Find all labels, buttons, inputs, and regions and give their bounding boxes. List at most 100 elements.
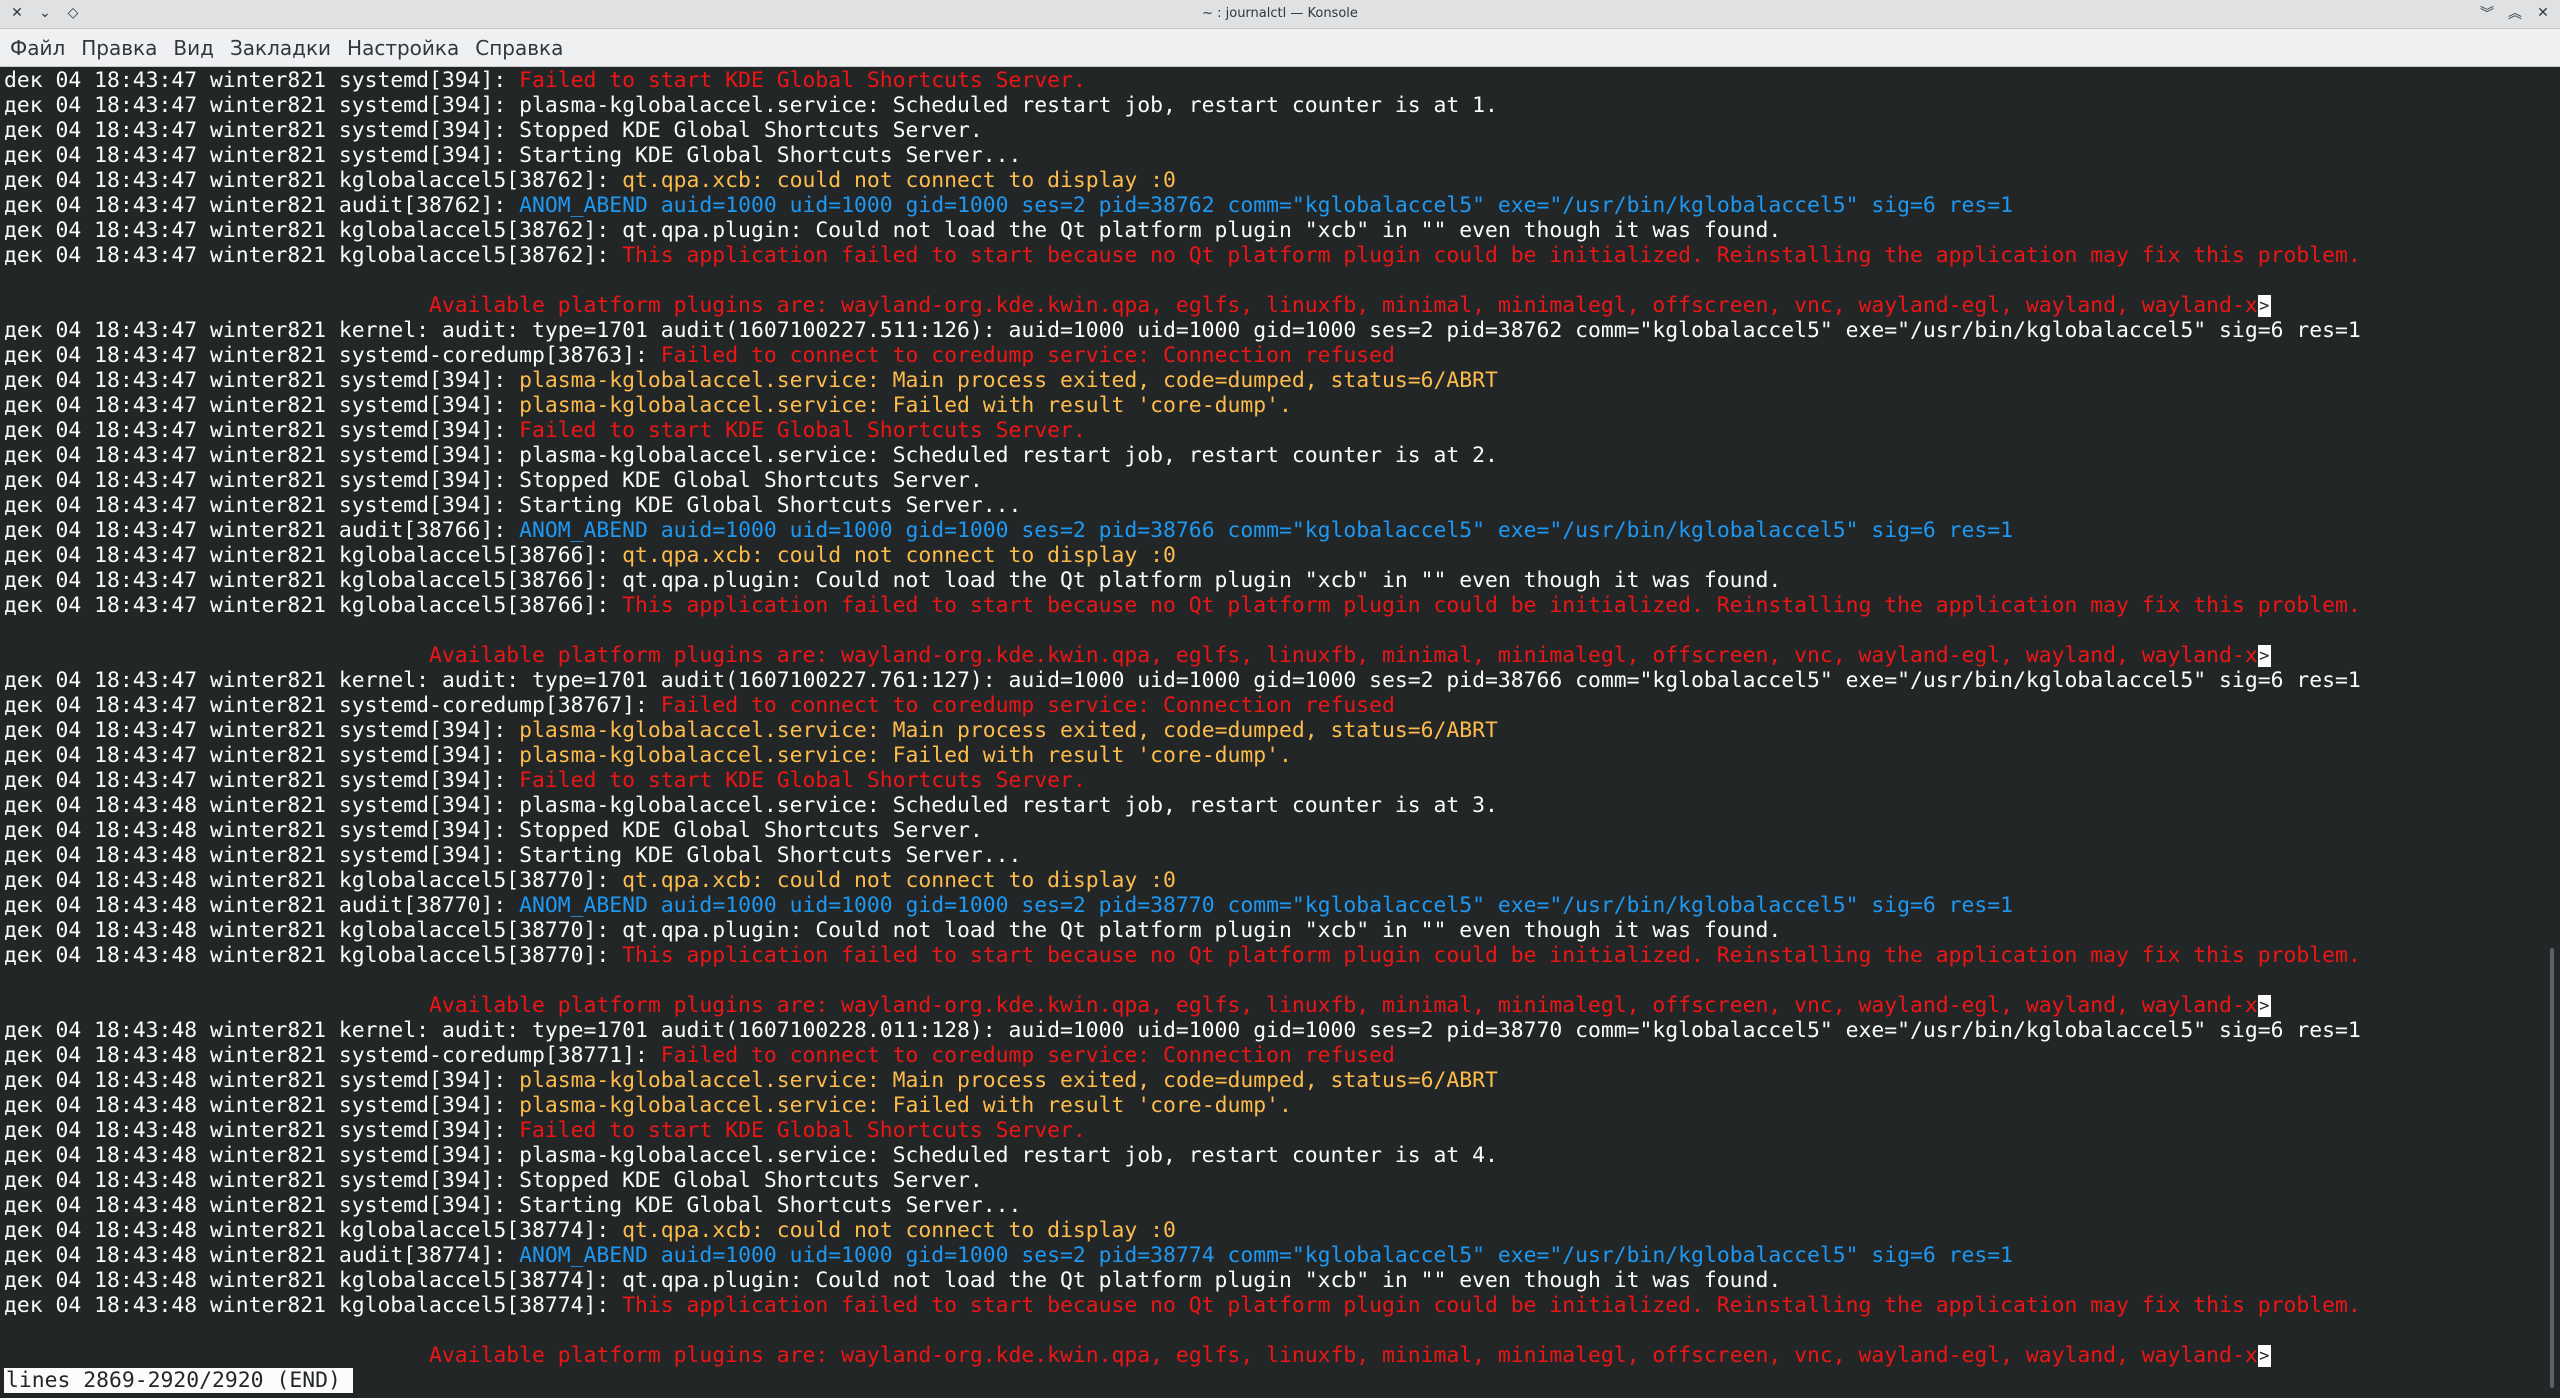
menu-view[interactable]: Вид: [167, 36, 220, 60]
terminal-text-segment: дек 04 18:43:48 winter821 kernel: audit:…: [4, 1018, 2361, 1043]
terminal-text-segment: This application failed to start because…: [622, 593, 2361, 618]
terminal-line: дек 04 18:43:47 winter821 systemd-coredu…: [4, 343, 2361, 368]
terminal-line: дек 04 18:43:47 winter821 kglobalaccel5[…: [4, 218, 2361, 243]
terminal-line: дек 04 18:43:47 winter821 systemd[394]: …: [4, 393, 2361, 418]
terminal-line: дек 04 18:43:47 winter821 systemd[394]: …: [4, 418, 2361, 443]
terminal-text-segment: дек 04 18:43:47 winter821 systemd[394]:: [4, 368, 520, 393]
maximize-icon[interactable]: ︽: [2506, 4, 2524, 22]
scrollbar-thumb[interactable]: [2550, 948, 2554, 1388]
terminal-line: дек 04 18:43:47 winter821 systemd[394]: …: [4, 93, 2361, 118]
terminal-text-segment: дек 04 18:43:48 winter821 kglobalaccel5[…: [4, 918, 1782, 943]
terminal-line: дек 04 18:43:48 winter821 kglobalaccel5[…: [4, 1293, 2361, 1318]
terminal-text-segment: ANOM_ABEND auid=1000 uid=1000 gid=1000 s…: [519, 193, 2014, 218]
terminal-line: дек 04 18:43:47 winter821 systemd[394]: …: [4, 443, 2361, 468]
terminal-text-segment: дек 04 18:43:48 winter821 systemd[394]: …: [4, 1143, 1498, 1168]
terminal-text-segment: дек 04 18:43:48 winter821 kglobalaccel5[…: [4, 868, 623, 893]
terminal-text-segment: дек 04 18:43:48 winter821 systemd[394]: …: [4, 818, 983, 843]
terminal-text-segment: Failed to start KDE Global Shortcuts Ser…: [519, 1118, 1086, 1143]
terminal-text-segment: дек 04 18:43:47 winter821 audit[38766]:: [4, 518, 520, 543]
terminal-line: дек 04 18:43:48 winter821 kglobalaccel5[…: [4, 943, 2361, 968]
menu-edit[interactable]: Правка: [75, 36, 163, 60]
terminal-line: дек 04 18:43:47 winter821 systemd[394]: …: [4, 493, 2361, 518]
terminal-line: дек 04 18:43:47 winter821 systemd[394]: …: [4, 768, 2361, 793]
terminal-line: дек 04 18:43:48 winter821 systemd[394]: …: [4, 818, 2361, 843]
menu-file[interactable]: Файл: [4, 36, 71, 60]
window-titlebar[interactable]: ✕ ⌄ ◇ ~ : journalctl — Konsole ︾ ︽ ✕: [0, 0, 2560, 29]
terminal-line: дек 04 18:43:48 winter821 systemd[394]: …: [4, 843, 2361, 868]
terminal-text-segment: дек 04 18:43:48 winter821 audit[38770]:: [4, 893, 520, 918]
truncation-marker: >: [2257, 1345, 2271, 1367]
terminal-line: дек 04 18:43:48 winter821 systemd[394]: …: [4, 1093, 2361, 1118]
terminal-line: дек 04 18:43:48 winter821 kglobalaccel5[…: [4, 918, 2361, 943]
terminal-line: дек 04 18:43:47 winter821 audit[38762]: …: [4, 193, 2361, 218]
terminal-line: дек 04 18:43:47 winter821 systemd[394]: …: [4, 368, 2361, 393]
terminal-line: Available platform plugins are: wayland-…: [4, 993, 2361, 1018]
terminal-text-segment: qt.qpa.xcb: could not connect to display…: [622, 168, 1176, 193]
terminal-text-segment: дек 04 18:43:47 winter821 kglobalaccel5[…: [4, 568, 1782, 593]
terminal-line: дек 04 18:43:48 winter821 kglobalaccel5[…: [4, 868, 2361, 893]
terminal-text-segment: dек 04 18:43:47 winter821 systemd[394]:: [4, 68, 520, 93]
terminal-line: дек 04 18:43:47 winter821 kglobalaccel5[…: [4, 593, 2361, 618]
terminal-text-segment: дек 04 18:43:47 winter821 systemd[394]:: [4, 393, 520, 418]
terminal-line: дек 04 18:43:47 winter821 systemd[394]: …: [4, 743, 2361, 768]
terminal-text-segment: qt.qpa.xcb: could not connect to display…: [622, 1218, 1176, 1243]
terminal-text-segment: дек 04 18:43:48 winter821 kglobalaccel5[…: [4, 1268, 1782, 1293]
terminal-line: Available platform plugins are: wayland-…: [4, 293, 2361, 318]
terminal-line: дек 04 18:43:47 winter821 kglobalaccel5[…: [4, 243, 2361, 268]
terminal-text-segment: qt.qpa.xcb: could not connect to display…: [622, 868, 1176, 893]
menu-bar: Файл Правка Вид Закладки Настройка Справ…: [0, 29, 2560, 67]
minimize-icon[interactable]: ︾: [2478, 4, 2496, 22]
terminal-line: дек 04 18:43:48 winter821 systemd[394]: …: [4, 1143, 2361, 1168]
terminal-scrollbar[interactable]: [2546, 68, 2560, 1398]
terminal-text-segment: дек 04 18:43:48 winter821 systemd[394]: …: [4, 793, 1498, 818]
terminal-text-segment: plasma-kglobalaccel.service: Failed with…: [519, 393, 1292, 418]
menu-settings[interactable]: Настройка: [341, 36, 465, 60]
terminal-text-segment: This application failed to start because…: [622, 943, 2361, 968]
terminal-line: дек 04 18:43:47 winter821 audit[38766]: …: [4, 518, 2361, 543]
terminal-text-segment: дек 04 18:43:48 winter821 kglobalaccel5[…: [4, 1218, 623, 1243]
terminal-text-segment: дек 04 18:43:47 winter821 systemd-coredu…: [4, 693, 661, 718]
terminal-text-segment: дек 04 18:43:47 winter821 systemd[394]: …: [4, 93, 1498, 118]
terminal-text-segment: This application failed to start because…: [622, 1293, 2361, 1318]
truncation-marker: >: [2257, 295, 2271, 317]
terminal-text-segment: Failed to connect to coredump service: C…: [660, 1043, 1395, 1068]
menu-help[interactable]: Справка: [469, 36, 569, 60]
terminal-text-segment: дек 04 18:43:47 winter821 systemd-coredu…: [4, 343, 661, 368]
terminal-text-segment: This application failed to start because…: [622, 243, 2361, 268]
terminal-text-segment: дек 04 18:43:48 winter821 systemd[394]:: [4, 1093, 520, 1118]
close-window-icon[interactable]: ✕: [2534, 4, 2552, 22]
terminal-text-segment: дек 04 18:43:47 winter821 systemd[394]:: [4, 418, 520, 443]
terminal-text-segment: plasma-kglobalaccel.service: Main proces…: [519, 368, 1498, 393]
terminal-line: Available platform plugins are: wayland-…: [4, 1343, 2361, 1368]
terminal-line: дек 04 18:43:48 winter821 audit[38774]: …: [4, 1243, 2361, 1268]
terminal-line: дек 04 18:43:47 winter821 systemd[394]: …: [4, 468, 2361, 493]
terminal-text-segment: дек 04 18:43:47 winter821 systemd[394]:: [4, 768, 520, 793]
terminal-text-segment: дек 04 18:43:47 winter821 audit[38762]:: [4, 193, 520, 218]
terminal-text-segment: ANOM_ABEND auid=1000 uid=1000 gid=1000 s…: [519, 1243, 2014, 1268]
terminal-line: дек 04 18:43:48 winter821 systemd[394]: …: [4, 1118, 2361, 1143]
terminal-text-segment: дек 04 18:43:48 winter821 systemd-coredu…: [4, 1043, 661, 1068]
terminal-output: dек 04 18:43:47 winter821 systemd[394]: …: [4, 68, 2361, 1368]
terminal-line: дек 04 18:43:48 winter821 kglobalaccel5[…: [4, 1218, 2361, 1243]
terminal-line: дек 04 18:43:47 winter821 systemd[394]: …: [4, 118, 2361, 143]
terminal-text-segment: дек 04 18:43:48 winter821 systemd[394]:: [4, 1118, 520, 1143]
terminal-text-segment: дек 04 18:43:47 winter821 kglobalaccel5[…: [4, 543, 623, 568]
menu-bookmarks[interactable]: Закладки: [224, 36, 337, 60]
window-title: ~ : journalctl — Konsole: [1202, 6, 1358, 21]
terminal-text-segment: дек 04 18:43:47 winter821 kernel: audit:…: [4, 668, 2361, 693]
terminal-text-segment: дек 04 18:43:47 winter821 kglobalaccel5[…: [4, 218, 1782, 243]
terminal-text-segment: дек 04 18:43:48 winter821 systemd[394]: …: [4, 843, 1022, 868]
terminal-view[interactable]: dек 04 18:43:47 winter821 systemd[394]: …: [0, 68, 2546, 1398]
terminal-text-segment: дек 04 18:43:47 winter821 systemd[394]:: [4, 743, 520, 768]
terminal-text-segment: Failed to connect to coredump service: C…: [660, 343, 1395, 368]
terminal-line: дек 04 18:43:48 winter821 systemd[394]: …: [4, 1168, 2361, 1193]
terminal-text-segment: дек 04 18:43:48 winter821 audit[38774]:: [4, 1243, 520, 1268]
terminal-text-segment: дек 04 18:43:47 winter821 systemd[394]: …: [4, 468, 983, 493]
terminal-text-segment: Failed to start KDE Global Shortcuts Ser…: [519, 68, 1086, 93]
terminal-line: дек 04 18:43:48 winter821 kglobalaccel5[…: [4, 1268, 2361, 1293]
